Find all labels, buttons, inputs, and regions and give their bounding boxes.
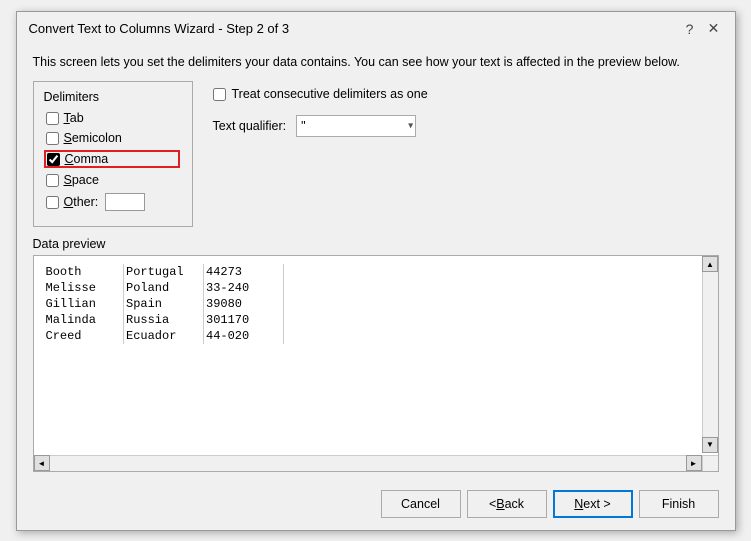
dialog: Convert Text to Columns Wizard - Step 2 … — [16, 11, 736, 531]
delimiter-comma-row: Comma — [44, 150, 180, 168]
dialog-body: This screen lets you set the delimiters … — [17, 44, 735, 482]
dialog-title: Convert Text to Columns Wizard - Step 2 … — [29, 21, 290, 36]
table-cell: 301170 — [204, 312, 284, 328]
table-row: CreedEcuador44-020 — [44, 328, 284, 344]
delimiter-space-label: Space — [64, 173, 99, 187]
data-preview-box: BoothPortugal44273MelissePoland33-240Gil… — [33, 255, 719, 472]
main-area: Delimiters Tab Semicolon Comma — [33, 81, 719, 227]
delimiter-other-row: Other: — [44, 192, 180, 212]
text-qualifier-wrapper: " ' {none} ▾ — [296, 115, 416, 137]
delimiter-space-checkbox[interactable] — [46, 174, 59, 187]
title-bar: Convert Text to Columns Wizard - Step 2 … — [17, 12, 735, 44]
delimiter-tab-checkbox[interactable] — [46, 112, 59, 125]
table-cell: 44-020 — [204, 328, 284, 344]
treat-consecutive-label: Treat consecutive delimiters as one — [232, 87, 428, 101]
finish-button[interactable]: Finish — [639, 490, 719, 518]
table-cell: Gillian — [44, 296, 124, 312]
table-cell: Ecuador — [124, 328, 204, 344]
table-row: BoothPortugal44273 — [44, 264, 284, 280]
table-cell: Malinda — [44, 312, 124, 328]
back-button[interactable]: < Back — [467, 490, 547, 518]
delimiter-other-checkbox[interactable] — [46, 196, 59, 209]
table-cell: Booth — [44, 264, 124, 280]
delimiter-semicolon-label: Semicolon — [64, 131, 122, 145]
table-row: GillianSpain39080 — [44, 296, 284, 312]
right-area: Treat consecutive delimiters as one Text… — [213, 81, 719, 227]
table-cell: Portugal — [124, 264, 204, 280]
delimiter-other-input[interactable] — [105, 193, 145, 211]
table-cell: 39080 — [204, 296, 284, 312]
footer-buttons: Cancel < Back Next > Finish — [17, 482, 735, 530]
close-button[interactable]: ✕ — [705, 20, 723, 38]
delimiter-tab-label: Tab — [64, 111, 84, 125]
table-cell: Melisse — [44, 280, 124, 296]
delimiter-comma-label: Comma — [65, 152, 109, 166]
table-cell: Russia — [124, 312, 204, 328]
title-bar-controls: ? ✕ — [681, 20, 723, 38]
scroll-right-btn[interactable]: ► — [686, 455, 702, 471]
scroll-up-btn[interactable]: ▲ — [702, 256, 718, 272]
text-qualifier-label: Text qualifier: — [213, 119, 287, 133]
scroll-down-btn[interactable]: ▼ — [702, 437, 718, 453]
table-cell: 44273 — [204, 264, 284, 280]
next-button[interactable]: Next > — [553, 490, 633, 518]
table-cell: Poland — [124, 280, 204, 296]
delimiter-comma-checkbox[interactable] — [47, 153, 60, 166]
treat-consecutive-row: Treat consecutive delimiters as one — [213, 87, 719, 101]
scrollbar-corner — [702, 455, 718, 471]
table-row: MelissePoland33-240 — [44, 280, 284, 296]
vertical-scrollbar[interactable]: ▲ ▼ — [702, 256, 718, 453]
preview-table: BoothPortugal44273MelissePoland33-240Gil… — [44, 264, 285, 344]
data-preview-label: Data preview — [33, 237, 719, 251]
delimiters-legend: Delimiters — [44, 90, 180, 104]
delimiter-other-label: Other: — [64, 195, 99, 209]
table-cell: Spain — [124, 296, 204, 312]
text-qualifier-select[interactable]: " ' {none} — [296, 115, 416, 137]
scroll-left-btn[interactable]: ◄ — [34, 455, 50, 471]
delimiters-group: Delimiters Tab Semicolon Comma — [33, 81, 193, 227]
delimiter-semicolon-checkbox[interactable] — [46, 132, 59, 145]
preview-content[interactable]: BoothPortugal44273MelissePoland33-240Gil… — [34, 256, 718, 451]
horizontal-scrollbar[interactable]: ◄ ► — [34, 455, 702, 471]
help-button[interactable]: ? — [681, 20, 699, 38]
table-cell: 33-240 — [204, 280, 284, 296]
cancel-button[interactable]: Cancel — [381, 490, 461, 518]
table-cell: Creed — [44, 328, 124, 344]
data-preview-section: Data preview BoothPortugal44273MelissePo… — [33, 237, 719, 472]
treat-consecutive-checkbox[interactable] — [213, 88, 226, 101]
text-qualifier-row: Text qualifier: " ' {none} ▾ — [213, 115, 719, 137]
delimiter-tab-row: Tab — [44, 110, 180, 126]
description-text: This screen lets you set the delimiters … — [33, 54, 719, 72]
table-row: MalindaRussia301170 — [44, 312, 284, 328]
delimiter-space-row: Space — [44, 172, 180, 188]
delimiter-semicolon-row: Semicolon — [44, 130, 180, 146]
